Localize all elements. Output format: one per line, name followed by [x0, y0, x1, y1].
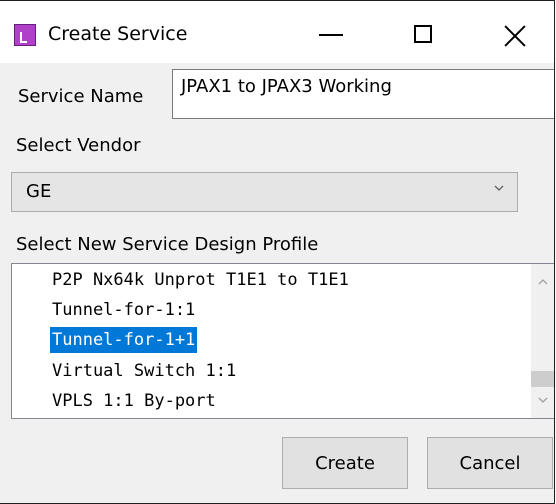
scroll-thumb[interactable]: [531, 371, 554, 387]
maximize-icon: [414, 25, 432, 43]
maximize-button[interactable]: [395, 11, 451, 57]
vendor-select[interactable]: GE: [11, 172, 518, 212]
profile-label: Select New Service Design Profile: [16, 234, 319, 255]
list-item[interactable]: Tunnel-for-1:1: [52, 297, 195, 323]
cancel-button[interactable]: Cancel: [427, 437, 553, 489]
vendor-selected-value: GE: [26, 181, 52, 202]
scroll-up-icon[interactable]: [536, 275, 550, 289]
create-button[interactable]: Create: [282, 437, 408, 489]
minimize-button[interactable]: [302, 11, 358, 57]
minimize-icon: [319, 34, 343, 36]
window-title: Create Service: [48, 23, 188, 45]
chevron-down-icon: [494, 185, 504, 191]
scroll-down-icon[interactable]: [536, 393, 550, 407]
app-icon: [14, 24, 36, 46]
service-name-input[interactable]: JPAX1 to JPAX3 Working: [172, 69, 554, 119]
create-service-dialog: Create Service Service Name JPAX1 to JPA…: [0, 0, 555, 504]
profile-listbox[interactable]: P2P Nx64k Unprot T1E1 to T1E1 Tunnel-for…: [11, 263, 554, 419]
list-item[interactable]: P2P Nx64k Unprot T1E1 to T1E1: [52, 267, 349, 293]
list-item[interactable]: Virtual Switch 1:1: [52, 358, 236, 384]
close-button[interactable]: [487, 11, 543, 57]
vertical-scrollbar[interactable]: [531, 264, 554, 418]
list-item-selected[interactable]: Tunnel-for-1+1: [50, 327, 198, 353]
list-item[interactable]: VPLS 1:1 By-port: [52, 388, 216, 414]
title-bar[interactable]: Create Service: [0, 1, 554, 63]
service-name-label: Service Name: [18, 86, 144, 107]
vendor-label: Select Vendor: [16, 135, 141, 156]
